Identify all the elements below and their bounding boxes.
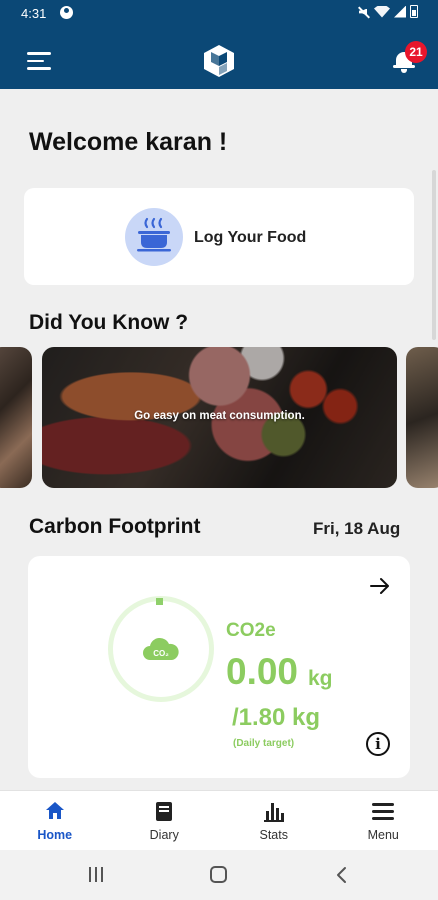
co2-cloud-icon: CO₂ [143, 637, 179, 660]
diary-icon [156, 802, 173, 821]
system-icons [358, 5, 418, 18]
wifi-icon [374, 5, 390, 18]
welcome-heading: Welcome karan ! [29, 128, 228, 156]
mute-icon [358, 6, 370, 18]
food-dish-icon [125, 208, 183, 266]
carousel-next-slide[interactable] [406, 347, 438, 488]
app-logo-icon [204, 45, 234, 77]
nav-diary-label: Diary [149, 828, 179, 842]
nav-stats-label: Stats [259, 828, 289, 842]
notification-count-badge: 21 [405, 41, 427, 63]
carbon-footprint-card: CO₂ CO2e 0.00 kg /1.80 kg (Daily target)… [28, 556, 410, 778]
system-home-icon[interactable] [210, 866, 227, 883]
scroll-indicator [432, 170, 436, 340]
nav-home[interactable]: Home [0, 791, 110, 850]
system-navigation-bar [0, 850, 438, 900]
progress-marker [156, 598, 163, 605]
co2-cloud-label: CO₂ [153, 649, 169, 658]
log-food-button[interactable]: Log Your Food [24, 188, 414, 285]
carbon-date: Fri, 18 Aug [313, 519, 401, 538]
co2e-label: CO2e [226, 620, 276, 641]
daily-target-value: /1.80 kg [232, 704, 321, 731]
info-icon[interactable]: i [366, 732, 390, 756]
arrow-right-icon[interactable] [369, 576, 391, 596]
status-bar: 4:31 [0, 0, 438, 26]
app-header: 4:31 21 [0, 0, 438, 89]
co2-value-unit: kg [308, 667, 333, 690]
daily-target-note: (Daily target) [233, 738, 295, 749]
stats-icon [263, 803, 284, 822]
co2-value: 0.00 [226, 651, 299, 692]
battery-icon [410, 5, 418, 18]
bottom-navigation: Home Diary Stats Menu [0, 790, 438, 850]
status-time: 4:31 [21, 6, 47, 21]
did-you-know-slide[interactable]: Go easy on meat consumption. [42, 347, 397, 488]
account-status-icon [60, 6, 73, 19]
hamburger-menu-icon[interactable] [27, 52, 51, 70]
home-icon [45, 802, 64, 819]
log-food-label: Log Your Food [194, 229, 307, 246]
did-you-know-heading: Did You Know ? [29, 311, 189, 334]
signal-icon [394, 5, 406, 18]
slide-caption: Go easy on meat consumption. [134, 410, 305, 422]
system-back-icon[interactable] [334, 866, 348, 884]
nav-home-label: Home [37, 828, 73, 842]
nav-stats[interactable]: Stats [219, 791, 329, 850]
nav-menu-label: Menu [367, 828, 399, 842]
nav-menu[interactable]: Menu [329, 791, 438, 850]
nav-diary[interactable]: Diary [110, 791, 220, 850]
recent-apps-icon[interactable] [88, 867, 105, 882]
menu-icon [372, 803, 395, 820]
carbon-footprint-heading: Carbon Footprint [29, 515, 201, 538]
carousel-previous-slide[interactable] [0, 347, 32, 488]
